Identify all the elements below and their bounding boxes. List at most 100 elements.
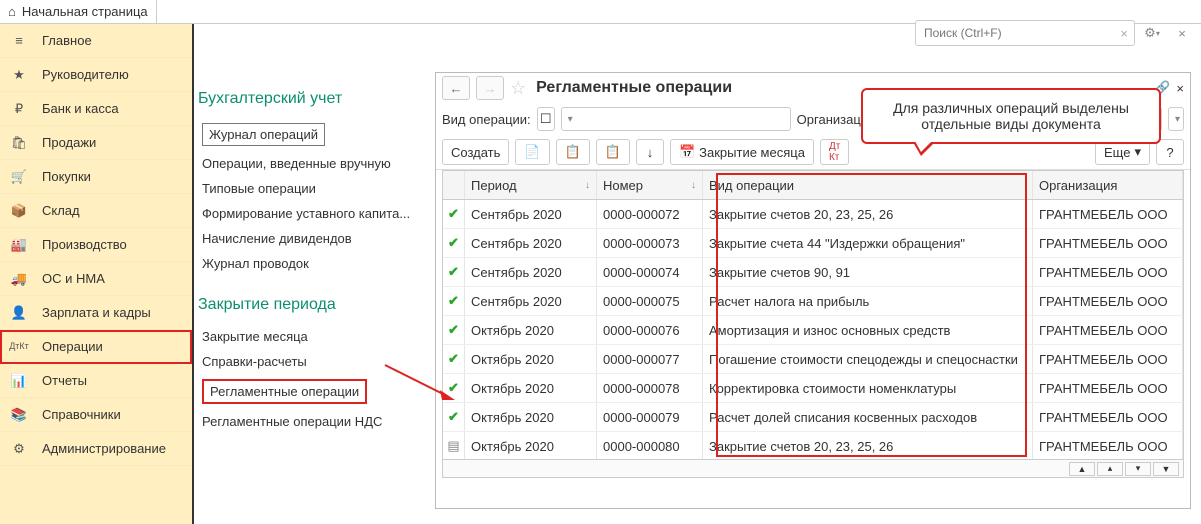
sidebar-item-2[interactable]: ₽Банк и касса — [0, 92, 192, 126]
dtkt-button[interactable]: ДтКт — [820, 139, 849, 165]
cell-period: Октябрь 2020 — [465, 345, 597, 373]
clear-icon[interactable]: × — [1120, 26, 1128, 41]
global-search[interactable]: × — [915, 20, 1135, 46]
sidebar-item-12[interactable]: ⚙Администрирование — [0, 432, 192, 466]
copy-button[interactable]: 📄 — [515, 139, 549, 165]
filter-extra[interactable] — [1168, 107, 1184, 131]
sidebar-item-1[interactable]: ★ Руководителю — [0, 58, 192, 92]
sidebar-label: Склад — [42, 203, 80, 218]
refresh-button[interactable]: 📋 — [556, 139, 590, 165]
help-button[interactable]: ? — [1156, 139, 1184, 165]
cell-number: 0000-000076 — [597, 316, 703, 344]
mid-link[interactable]: Закрытие месяца — [198, 324, 423, 349]
check-icon: ✔ — [448, 206, 459, 222]
close-month-button[interactable]: 📅Закрытие месяца — [670, 139, 814, 165]
filter-type-label: Вид операции: — [442, 112, 531, 127]
sidebar-icon: 🛒 — [10, 169, 28, 185]
window-title: Регламентные операции — [536, 79, 732, 97]
filter-type-check[interactable]: ☐ — [537, 107, 555, 131]
create-button[interactable]: Создать — [442, 139, 509, 165]
cell-type: Расчет налога на прибыль — [703, 287, 1033, 315]
breadcrumb-home[interactable]: ⌂ Начальная страница — [0, 0, 157, 23]
cell-type: Закрытие счета 44 "Издержки обращения" — [703, 229, 1033, 257]
cell-period: Октябрь 2020 — [465, 432, 597, 460]
table-row[interactable]: ✔Сентябрь 20200000-000072Закрытие счетов… — [443, 200, 1183, 229]
table-row[interactable]: ✔Сентябрь 20200000-000075Расчет налога н… — [443, 287, 1183, 316]
col-type[interactable]: Вид операции — [703, 171, 1033, 199]
mid-link[interactable]: Справки-расчеты — [198, 349, 423, 374]
sidebar-item-8[interactable]: 👤Зарплата и кадры — [0, 296, 192, 330]
cell-type: Закрытие счетов 20, 23, 25, 26 — [703, 432, 1033, 460]
table-row[interactable]: ✔Октябрь 20200000-000079Расчет долей спи… — [443, 403, 1183, 432]
search-input[interactable] — [922, 25, 1120, 41]
mid-link[interactable]: Регламентные операции НДС — [198, 409, 423, 434]
table-row[interactable]: ✔Октябрь 20200000-000076Амортизация и из… — [443, 316, 1183, 345]
mid-link[interactable]: Операции, введенные вручную — [198, 151, 423, 176]
cell-period: Сентябрь 2020 — [465, 229, 597, 257]
sidebar-label: ОС и НМА — [42, 271, 105, 286]
cell-number: 0000-000079 — [597, 403, 703, 431]
sidebar-label: Покупки — [42, 169, 91, 184]
sidebar-label: Продажи — [42, 135, 96, 150]
back-button[interactable]: ← — [442, 76, 470, 100]
mid-link[interactable]: Журнал операций — [198, 118, 423, 151]
gear-icon[interactable]: ⚙▾ — [1139, 20, 1165, 46]
cell-org: ГРАНТМЕБЕЛЬ ООО — [1033, 287, 1183, 315]
close-icon[interactable]: × — [1176, 81, 1184, 96]
table-row[interactable]: ✔Октябрь 20200000-000077Погашение стоимо… — [443, 345, 1183, 374]
mid-link[interactable]: Журнал проводок — [198, 251, 423, 276]
callout: Для различных операций выделены отдельны… — [861, 88, 1161, 144]
sidebar-item-4[interactable]: 🛒 Покупки — [0, 160, 192, 194]
scroll-bottom-icon[interactable]: ▼ — [1153, 462, 1179, 476]
sidebar-label: Зарплата и кадры — [42, 305, 151, 320]
forward-button[interactable]: → — [476, 76, 504, 100]
sidebar-item-9[interactable]: ДтКтОперации — [0, 330, 192, 364]
sidebar-label: Руководителю — [42, 67, 129, 82]
cell-period: Сентябрь 2020 — [465, 200, 597, 228]
scroll-up-icon[interactable]: ▴ — [1097, 462, 1123, 476]
close-panel-icon[interactable]: × — [1169, 20, 1195, 46]
sidebar-item-3[interactable]: 🛍 Продажи — [0, 126, 192, 160]
sidebar-label: Отчеты — [42, 373, 87, 388]
cell-org: ГРАНТМЕБЕЛЬ ООО — [1033, 374, 1183, 402]
sidebar-label: Главное — [42, 33, 92, 48]
sidebar-label: Операции — [42, 339, 103, 354]
sidebar-icon: 🛍 — [10, 135, 28, 151]
scroll-down-icon[interactable]: ▾ — [1125, 462, 1151, 476]
sidebar-icon: ★ — [10, 67, 28, 83]
cancel-op-button[interactable]: 📋 — [596, 139, 630, 165]
sidebar-item-6[interactable]: 🏭Производство — [0, 228, 192, 262]
col-org[interactable]: Организация — [1033, 171, 1183, 199]
check-icon: ✔ — [448, 409, 459, 425]
cell-type: Закрытие счетов 20, 23, 25, 26 — [703, 200, 1033, 228]
cell-period: Октябрь 2020 — [465, 403, 597, 431]
col-period[interactable]: Период↓ — [465, 171, 597, 199]
move-down-button[interactable]: ↓ — [636, 139, 664, 165]
star-icon[interactable]: ☆ — [510, 78, 526, 99]
sidebar-item-0[interactable]: ≡ Главное — [0, 24, 192, 58]
sidebar-icon: ≡ — [10, 33, 28, 48]
sidebar-item-5[interactable]: 📦Склад — [0, 194, 192, 228]
group2-title: Закрытие периода — [198, 296, 423, 314]
cell-org: ГРАНТМЕБЕЛЬ ООО — [1033, 403, 1183, 431]
sidebar-item-7[interactable]: 🚚ОС и НМА — [0, 262, 192, 296]
sidebar-item-10[interactable]: 📊Отчеты — [0, 364, 192, 398]
list-refresh-icon: 📋 — [565, 144, 581, 160]
sidebar-item-11[interactable]: 📚Справочники — [0, 398, 192, 432]
mid-link[interactable]: Типовые операции — [198, 176, 423, 201]
table-row[interactable]: ✔Октябрь 20200000-000078Корректировка ст… — [443, 374, 1183, 403]
mid-link-highlighted[interactable]: Регламентные операции — [198, 374, 423, 409]
sidebar-label: Производство — [42, 237, 127, 252]
check-icon: ✔ — [448, 380, 459, 396]
table-row[interactable]: ✔Сентябрь 20200000-000074Закрытие счетов… — [443, 258, 1183, 287]
home-icon: ⌂ — [8, 4, 16, 19]
table-row[interactable]: ▤Октябрь 20200000-000080Закрытие счетов … — [443, 432, 1183, 461]
section-links: Бухгалтерский учетЖурнал операцийОпераци… — [198, 90, 423, 434]
mid-link[interactable]: Формирование уставного капита... — [198, 201, 423, 226]
table-row[interactable]: ✔Сентябрь 20200000-000073Закрытие счета … — [443, 229, 1183, 258]
col-number[interactable]: Номер↓ — [597, 171, 703, 199]
filter-type-select[interactable] — [561, 107, 791, 131]
cell-type: Закрытие счетов 90, 91 — [703, 258, 1033, 286]
scroll-top-icon[interactable]: ▲ — [1069, 462, 1095, 476]
mid-link[interactable]: Начисление дивидендов — [198, 226, 423, 251]
